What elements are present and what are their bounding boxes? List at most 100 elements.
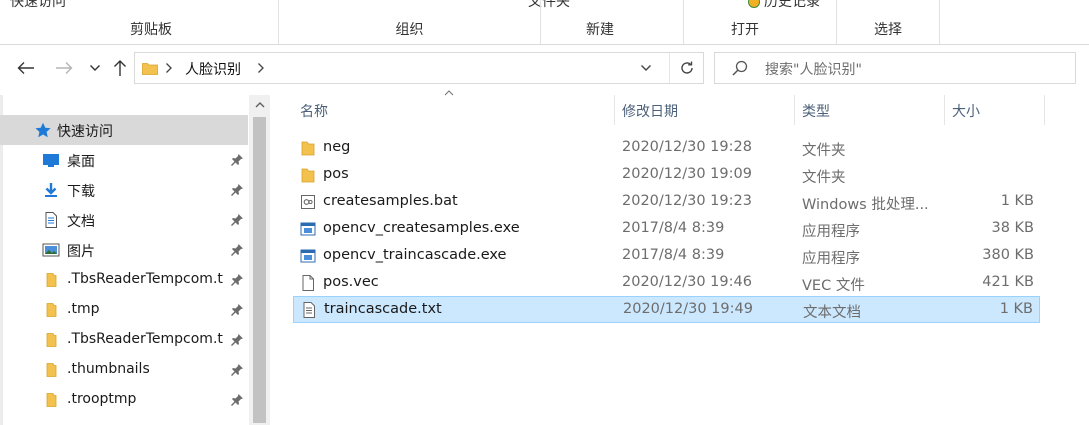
file-type: 文件夹 [802,143,846,159]
sidebar-item-label: .TbsReaderTempcom.t [67,331,223,347]
file-type: 文件夹 [802,170,846,186]
file-name: neg [323,139,351,155]
ribbon-group-label: 打开 [731,22,759,38]
address-bar[interactable]: 人脸识别 [134,52,704,84]
ribbon-group-label: 选择 [874,22,902,38]
application-icon [300,222,316,236]
ribbon-group-new: 新建 [541,0,684,44]
column-divider[interactable] [614,95,615,125]
table-row[interactable]: pos.vec 2020/12/30 19:46 VEC 文件 421 KB [293,270,1040,297]
pin-icon[interactable] [230,273,244,287]
sidebar-item-folder[interactable]: .TbsReaderTempcom.t [0,265,248,295]
file-name: pos [323,166,349,182]
pin-icon[interactable] [230,333,244,347]
sidebar-item-folder[interactable]: .thumbnails [0,355,248,385]
folder-icon [301,141,315,156]
chevron-right-icon[interactable] [257,59,265,78]
sidebar-item-label: .trooptmp [67,391,137,407]
file-name: opencv_traincascade.exe [323,247,507,263]
sidebar-item-pictures[interactable]: 图片 [0,235,248,265]
file-size: 421 KB [982,274,1034,290]
breadcrumb-item[interactable]: 人脸识别 [185,59,241,79]
sidebar-item-folder[interactable]: .TbsReaderTempcom.t [0,325,248,355]
file-date: 2020/12/30 19:09 [622,166,752,182]
folder-icon [46,303,57,317]
star-icon [35,122,51,138]
forward-button[interactable] [52,56,76,80]
folder-icon [46,363,57,377]
file-size: 1 KB [1000,193,1034,209]
column-header-type[interactable]: 类型 [802,91,830,127]
batch-file-icon [301,195,315,209]
back-button[interactable] [14,56,38,80]
ribbon-group-clipboard: 剪贴板 [0,0,279,44]
sidebar-item-quick-access[interactable]: 快速访问 [0,115,248,145]
sidebar-item-label: .tmp [67,301,100,317]
folder-icon [142,61,158,79]
sidebar-item-label: 图片 [67,244,95,260]
sidebar-item-label: .thumbnails [67,361,150,377]
column-header-size[interactable]: 大小 [952,91,980,127]
table-row[interactable]: opencv_createsamples.exe 2017/8/4 8:39 应… [293,216,1040,243]
sidebar-item-label: 下载 [67,184,95,200]
pin-icon[interactable] [230,153,244,167]
pin-icon[interactable] [230,243,244,257]
search-box[interactable]: 搜索"人脸识别" [714,52,1076,84]
ribbon-group-label: 剪贴板 [130,22,172,38]
sidebar-item-label: 文档 [67,214,95,230]
file-size: 380 KB [982,247,1034,263]
navigation-bar: 人脸识别 搜索"人脸识别" [0,45,1089,91]
column-header-name[interactable]: 名称 [300,91,328,127]
chevron-down-icon [641,65,651,71]
pin-icon[interactable] [230,303,244,317]
column-header-date[interactable]: 修改日期 [622,91,678,127]
pin-icon[interactable] [230,183,244,197]
refresh-button[interactable] [669,53,704,83]
table-row[interactable]: neg 2020/12/30 19:28 文件夹 [293,135,1040,162]
table-row[interactable]: createsamples.bat 2020/12/30 19:23 Windo… [293,189,1040,216]
file-type: 应用程序 [802,251,860,267]
sidebar-item-label: .TbsReaderTempcom.t [67,271,223,287]
sidebar-item-desktop[interactable]: 桌面 [0,145,248,175]
pin-icon[interactable] [230,213,244,227]
column-divider[interactable] [794,95,795,125]
search-placeholder: 搜索"人脸识别" [765,62,862,78]
recent-locations-button[interactable] [83,56,107,80]
table-row[interactable]: opencv_traincascade.exe 2017/8/4 8:39 应用… [293,243,1040,270]
file-date: 2020/12/30 19:46 [622,274,752,290]
sidebar-scrollbar[interactable] [249,95,270,425]
file-name: createsamples.bat [323,193,458,209]
scrollbar-thumb[interactable] [253,117,266,423]
pictures-icon [42,243,60,257]
sidebar-item-label: 桌面 [67,154,95,170]
scroll-up-button[interactable] [249,95,270,115]
table-row[interactable]: pos 2020/12/30 19:09 文件夹 [293,162,1040,189]
file-date: 2020/12/30 19:23 [622,193,752,209]
table-row-selected[interactable]: traincascade.txt 2020/12/30 19:49 文本文档 1… [293,296,1040,323]
file-name: opencv_createsamples.exe [323,220,520,236]
ribbon: 快速访问 文件夹 历史记录 剪贴板 组织 新建 打开 选择 [0,0,1089,45]
column-divider[interactable] [1044,95,1045,125]
blank-file-icon [302,275,314,291]
sidebar-item-label: 快速访问 [57,124,113,140]
file-name: traincascade.txt [324,301,442,317]
folder-icon [46,393,57,407]
column-divider[interactable] [944,95,945,125]
sidebar-item-folder[interactable]: .tmp [0,295,248,325]
up-button[interactable] [108,56,132,80]
sidebar-item-downloads[interactable]: 下载 [0,175,248,205]
pin-icon[interactable] [230,393,244,407]
file-size: 1 KB [999,301,1033,317]
sidebar-item-folder[interactable]: .trooptmp [0,385,248,415]
chevron-right-icon[interactable] [165,59,173,78]
address-history-button[interactable] [635,57,657,79]
pin-icon[interactable] [230,363,244,377]
sidebar-item-documents[interactable]: 文档 [0,205,248,235]
sort-ascending-icon [444,88,454,99]
file-size: 38 KB [991,220,1034,236]
desktop-icon [43,154,59,167]
ribbon-group-label: 组织 [395,22,424,38]
text-file-icon [303,302,315,318]
ribbon-group-label: 新建 [586,22,614,38]
file-date: 2020/12/30 19:49 [623,301,753,317]
